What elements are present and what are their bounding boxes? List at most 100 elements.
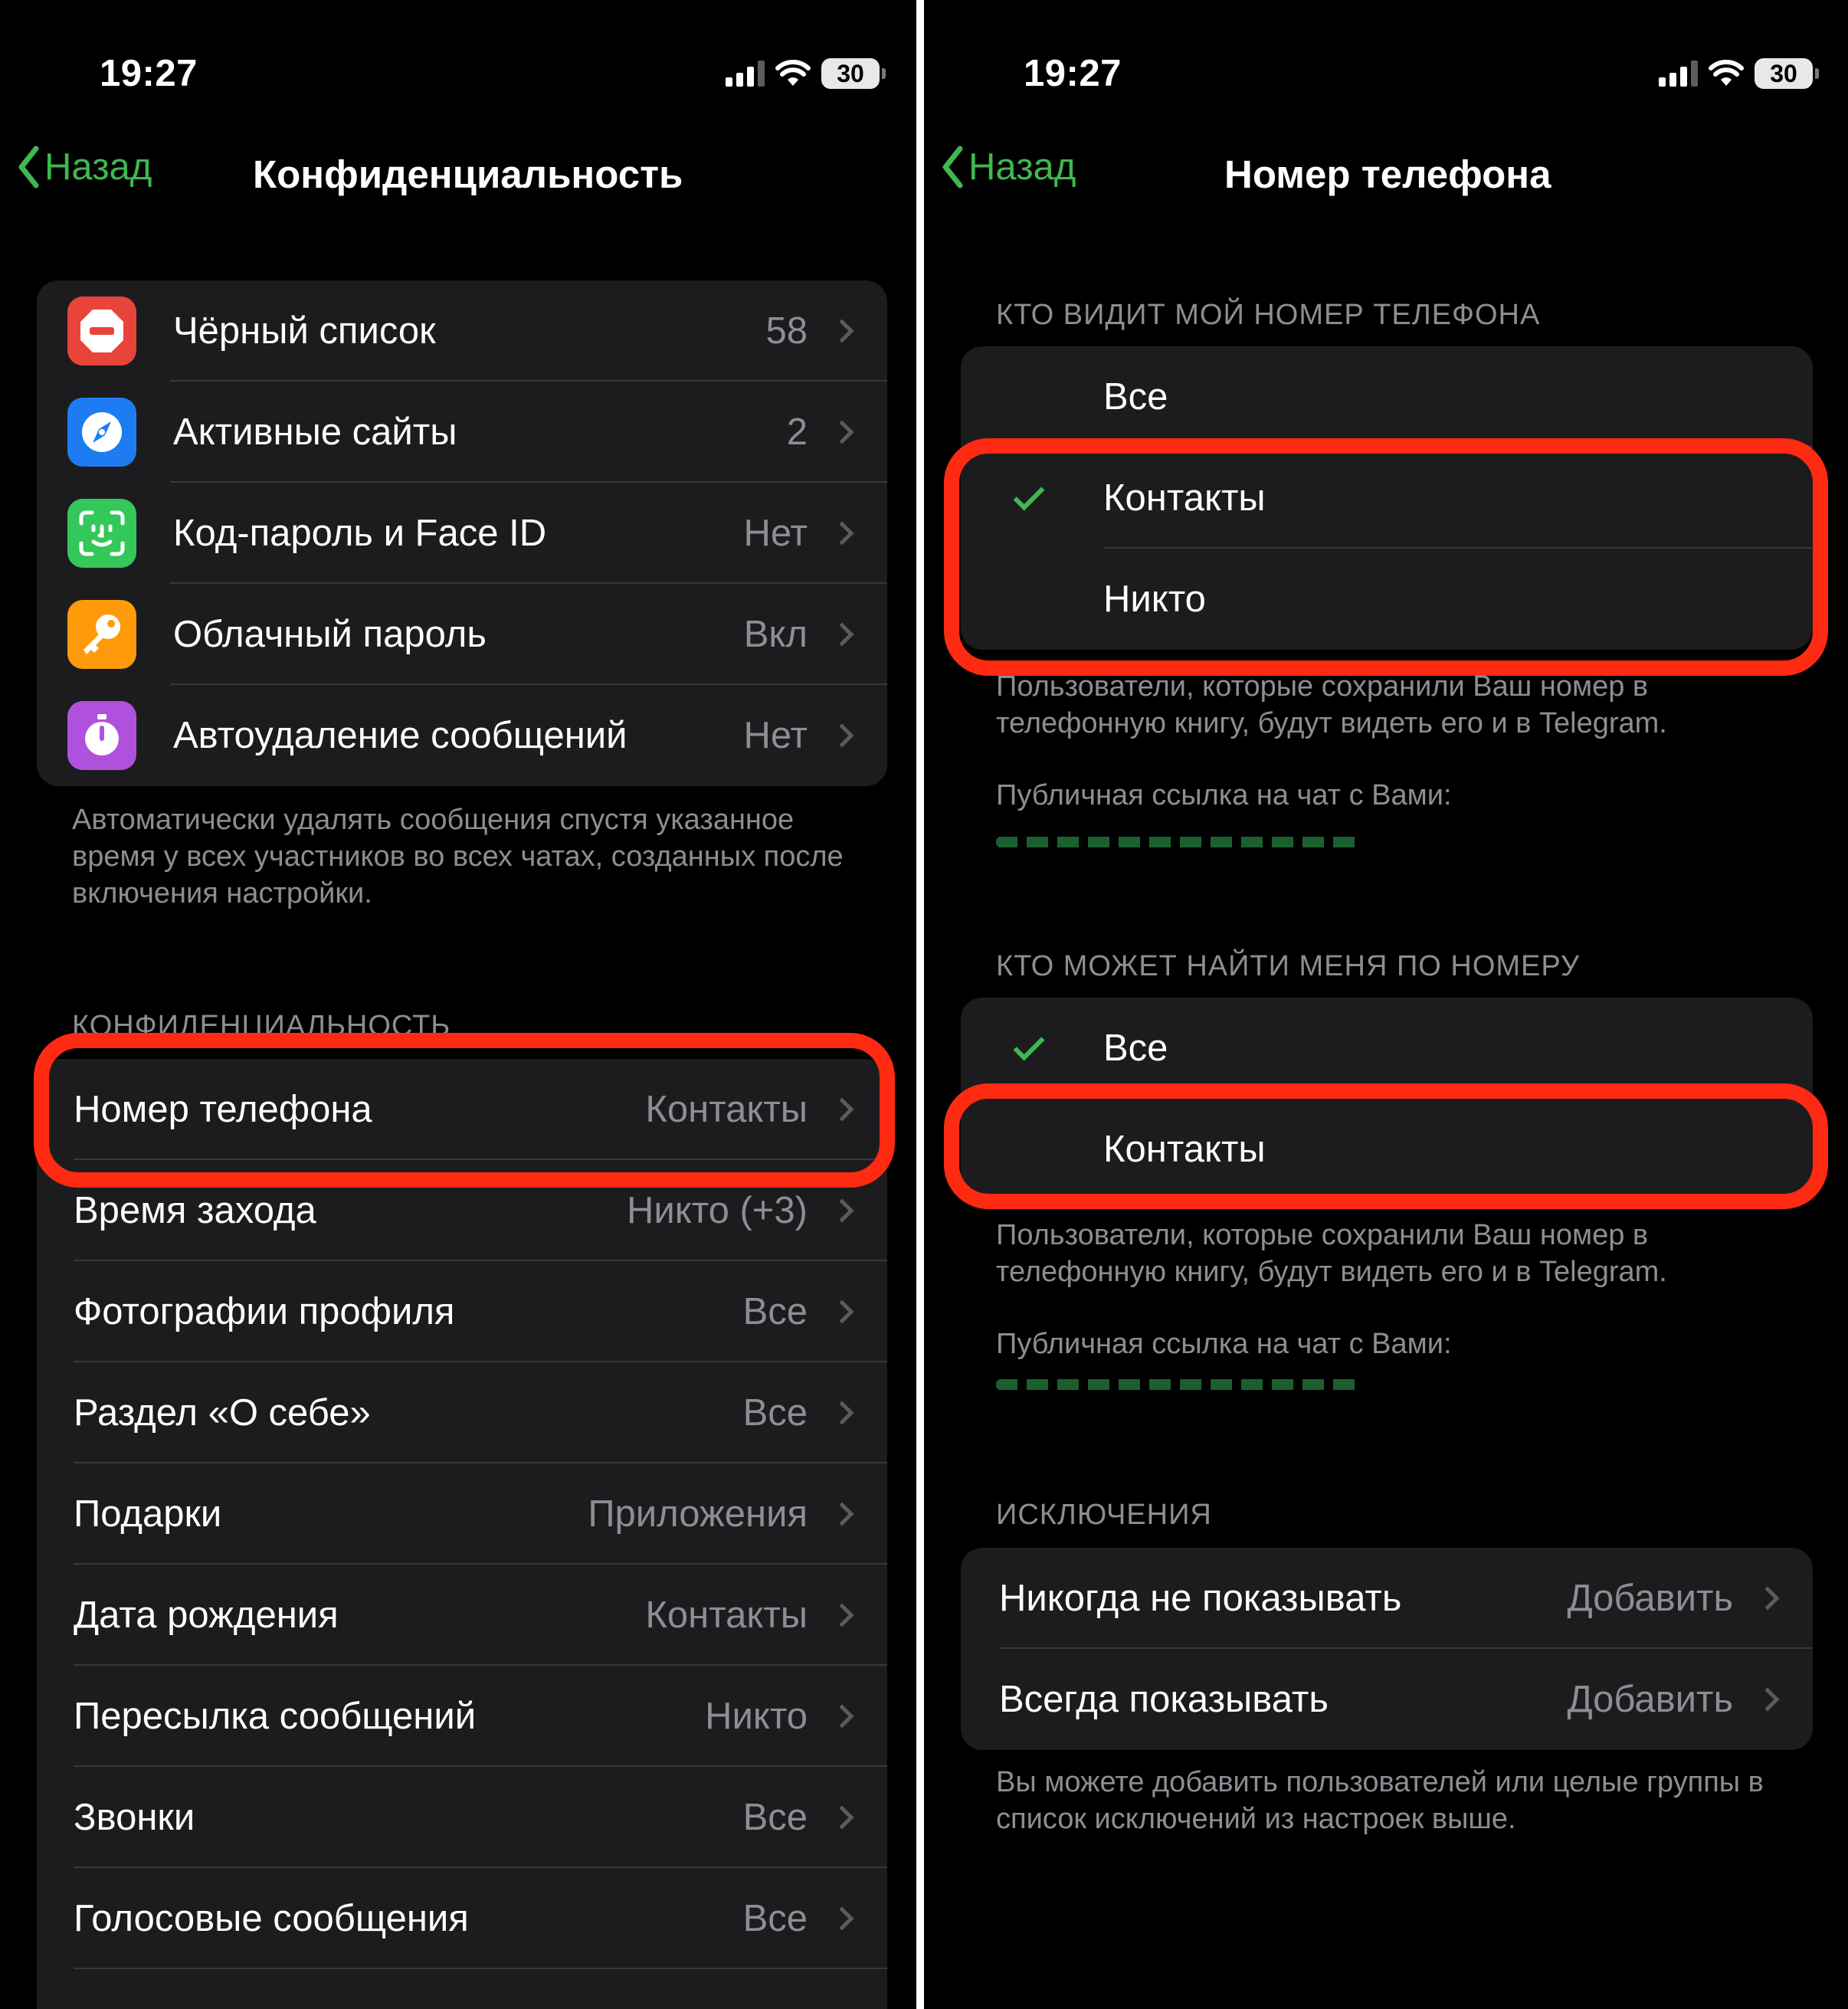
option-label: Все	[1103, 376, 1168, 418]
who-finds-header: КТО МОЖЕТ НАЙТИ МЕНЯ ПО НОМЕРУ	[996, 950, 1581, 982]
exception-always-show[interactable]: Всегда показывать Добавить	[961, 1649, 1813, 1750]
face-id-icon	[67, 499, 136, 568]
privacy-item-birthday[interactable]: Дата рождения Контакты	[37, 1565, 887, 1666]
row-value: Все	[742, 1291, 808, 1332]
public-link-blurred[interactable]	[996, 837, 1364, 847]
status-icons: 30	[1659, 58, 1819, 89]
security-item-passcode[interactable]: Код-пароль и Face ID Нет	[37, 483, 887, 584]
exceptions-footer: Вы можете добавить пользователей или цел…	[996, 1766, 1764, 1835]
chevron-right-icon	[830, 319, 854, 343]
security-item-autodelete[interactable]: Автоудаление сообщений Нет	[37, 685, 887, 786]
chevron-right-icon	[830, 1704, 854, 1729]
who-finds-group: Все Контакты	[961, 998, 1813, 1200]
security-item-active-sites[interactable]: Активные сайты 2	[37, 382, 887, 483]
row-label: Время захода	[74, 1190, 316, 1231]
chevron-left-icon	[942, 146, 963, 188]
block-icon	[67, 297, 136, 365]
chevron-right-icon	[830, 723, 854, 748]
chevron-right-icon	[830, 1502, 854, 1526]
back-label: Назад	[44, 146, 152, 188]
option-nobody[interactable]: Никто	[961, 549, 1813, 650]
row-value: Никто	[705, 1696, 808, 1737]
privacy-item-phone-number[interactable]: Номер телефона Контакты	[37, 1059, 887, 1160]
wifi-icon	[1709, 60, 1744, 86]
who-sees-header: КТО ВИДИТ МОЙ НОМЕР ТЕЛЕФОНА	[996, 299, 1541, 331]
who-sees-footer: Пользователи, которые сохранили Ваш номе…	[996, 670, 1667, 739]
chevron-right-icon	[830, 420, 854, 444]
row-label: Автоудаление сообщений	[173, 715, 627, 756]
option-label: Все	[1103, 1027, 1168, 1069]
option-contacts[interactable]: Контакты	[961, 447, 1813, 549]
back-button[interactable]: Назад	[17, 146, 152, 188]
key-icon	[67, 600, 136, 669]
who-sees-link-label: Публичная ссылка на чат с Вами:	[996, 779, 1452, 811]
back-button[interactable]: Назад	[941, 146, 1076, 188]
chevron-right-icon	[830, 521, 854, 546]
status-icons: 30	[726, 58, 886, 89]
signal-icon	[726, 61, 765, 87]
row-label: Облачный пароль	[173, 614, 487, 655]
option-label: Контакты	[1103, 1129, 1266, 1170]
chevron-right-icon	[830, 1603, 854, 1627]
row-label: Пересылка сообщений	[74, 1696, 477, 1737]
back-label: Назад	[968, 146, 1076, 188]
row-label: Всегда показывать	[999, 1679, 1329, 1720]
row-label: Код-пароль и Face ID	[173, 513, 547, 554]
row-value: Контакты	[645, 1089, 808, 1130]
public-link-blurred[interactable]	[996, 1379, 1364, 1390]
chevron-right-icon	[830, 1906, 854, 1931]
row-label: Раздел «О себе»	[74, 1392, 371, 1434]
privacy-item-profile-photos[interactable]: Фотографии профиля Все	[37, 1261, 887, 1362]
security-item-cloud-password[interactable]: Облачный пароль Вкл	[37, 584, 887, 685]
checkmark-icon	[1013, 1029, 1045, 1061]
privacy-section-header: КОНФИДЕНЦИАЛЬНОСТЬ	[72, 1010, 451, 1042]
privacy-item-voice-messages[interactable]: Голосовые сообщения Все	[37, 1868, 887, 1969]
row-value: Добавить	[1567, 1679, 1733, 1720]
row-label: Чёрный список	[173, 310, 436, 352]
row-value: Приложения	[588, 1493, 808, 1535]
row-value: Нет	[743, 715, 808, 756]
privacy-item-partial[interactable]	[37, 1969, 887, 2009]
row-value: Контакты	[645, 1594, 808, 1636]
exception-never-show[interactable]: Никогда не показывать Добавить	[961, 1548, 1813, 1649]
row-label: Голосовые сообщения	[74, 1898, 469, 1939]
status-time: 19:27	[1024, 53, 1122, 94]
chevron-right-icon	[1755, 1586, 1780, 1611]
option-label: Никто	[1103, 578, 1206, 620]
row-value: Нет	[743, 513, 808, 554]
privacy-item-gifts[interactable]: Подарки Приложения	[37, 1463, 887, 1565]
chevron-right-icon	[830, 622, 854, 647]
privacy-item-last-seen[interactable]: Время захода Никто (+3)	[37, 1160, 887, 1261]
battery-icon: 30	[821, 58, 886, 89]
status-time: 19:27	[100, 53, 198, 94]
privacy-group: Номер телефона Контакты Время захода Ник…	[37, 1059, 887, 2009]
row-label: Никогда не показывать	[999, 1578, 1402, 1619]
security-group: Чёрный список 58 Активные сайты 2 Код-па	[37, 280, 887, 786]
who-finds-link-label: Публичная ссылка на чат с Вами:	[996, 1328, 1452, 1360]
row-value: Все	[742, 1392, 808, 1434]
privacy-item-bio[interactable]: Раздел «О себе» Все	[37, 1362, 887, 1463]
autodelete-footer: Автоматически удалять сообщения спустя у…	[72, 804, 844, 909]
row-label: Номер телефона	[74, 1089, 372, 1130]
chevron-left-icon	[18, 146, 39, 188]
row-label: Активные сайты	[173, 411, 457, 453]
wifi-icon	[775, 60, 811, 86]
row-value: Вкл	[743, 614, 808, 655]
page-title: Номер телефона	[1224, 152, 1551, 196]
security-item-blacklist[interactable]: Чёрный список 58	[37, 280, 887, 382]
row-value: Никто (+3)	[626, 1190, 808, 1231]
privacy-item-calls[interactable]: Звонки Все	[37, 1767, 887, 1868]
privacy-item-forwarding[interactable]: Пересылка сообщений Никто	[37, 1666, 887, 1767]
battery-icon: 30	[1755, 58, 1819, 89]
option-everyone[interactable]: Все	[961, 998, 1813, 1099]
row-label: Подарки	[74, 1493, 222, 1535]
chevron-right-icon	[830, 1097, 854, 1122]
exceptions-group: Никогда не показывать Добавить Всегда по…	[961, 1548, 1813, 1750]
option-contacts[interactable]: Контакты	[961, 1099, 1813, 1200]
page-title: Конфиденциальность	[253, 152, 683, 196]
option-everyone[interactable]: Все	[961, 346, 1813, 447]
who-sees-group: Все Контакты Никто	[961, 346, 1813, 650]
screen-divider	[916, 0, 924, 2009]
chevron-right-icon	[830, 1198, 854, 1223]
signal-icon	[1659, 61, 1698, 87]
